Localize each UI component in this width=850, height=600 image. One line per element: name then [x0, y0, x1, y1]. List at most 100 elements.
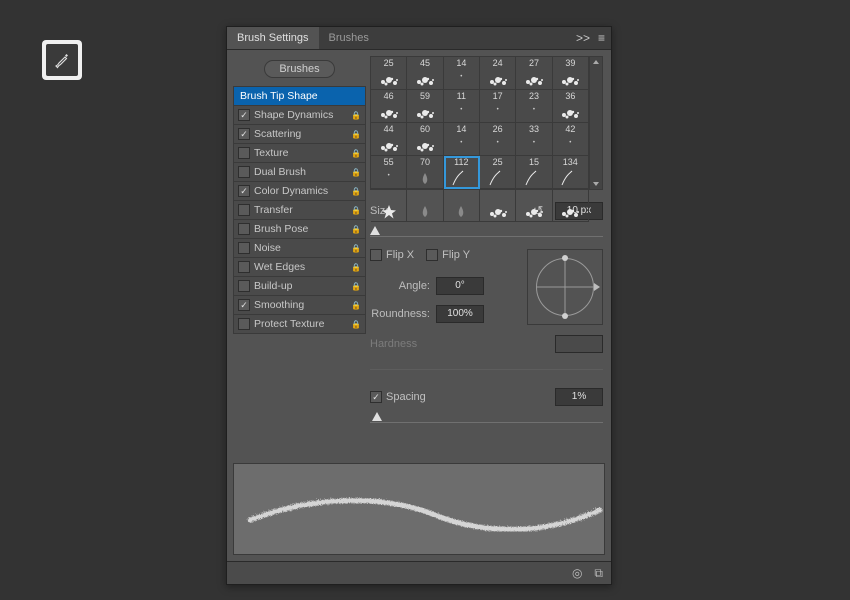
- brush-preset-cell[interactable]: 25: [480, 156, 516, 189]
- spacing-row: Spacing 1%: [370, 388, 603, 406]
- brush-shape-icon: [447, 169, 475, 189]
- settings-checkbox[interactable]: [238, 109, 250, 121]
- brush-preset-cell[interactable]: 36: [553, 90, 589, 123]
- lock-icon[interactable]: 🔒: [350, 111, 362, 120]
- brush-preset-cell[interactable]: [553, 189, 589, 222]
- lock-icon[interactable]: 🔒: [350, 168, 362, 177]
- hardness-slider: [370, 355, 603, 370]
- brush-size-number: 15: [516, 157, 551, 167]
- settings-checkbox[interactable]: [238, 223, 250, 235]
- settings-row-brush-pose[interactable]: Brush Pose🔒: [234, 220, 365, 239]
- settings-row-protect-texture[interactable]: Protect Texture🔒: [234, 315, 365, 333]
- brush-preset-cell[interactable]: 112: [444, 156, 480, 189]
- brush-preset-cell[interactable]: [480, 189, 516, 222]
- lock-icon[interactable]: 🔒: [350, 149, 362, 158]
- settings-list: Brush Tip ShapeShape Dynamics🔒Scattering…: [233, 86, 366, 334]
- brush-shape-icon: [484, 70, 512, 90]
- panel-menu-button[interactable]: ≡: [598, 31, 605, 45]
- settings-label: Shape Dynamics: [254, 109, 346, 121]
- settings-row-build-up[interactable]: Build-up 🔒: [234, 277, 365, 296]
- hardness-label: Hardness: [370, 338, 417, 350]
- size-slider[interactable]: [370, 222, 603, 237]
- brush-preset-cell[interactable]: 134: [553, 156, 589, 189]
- settings-label: Dual Brush: [254, 166, 346, 178]
- brush-preset-cell[interactable]: 25: [371, 57, 407, 90]
- brush-preset-cell[interactable]: 33•: [516, 123, 552, 156]
- brush-preset-cell[interactable]: 42•: [553, 123, 589, 156]
- brush-preset-cell[interactable]: 15: [516, 156, 552, 189]
- brush-preset-cell[interactable]: 45: [407, 57, 443, 90]
- brush-presets-button[interactable]: Brushes: [264, 60, 334, 78]
- brush-preset-cell[interactable]: 44: [371, 123, 407, 156]
- brush-grid-scrollbar[interactable]: [589, 57, 602, 189]
- settings-row-smoothing[interactable]: Smoothing🔒: [234, 296, 365, 315]
- settings-label: Build-up: [254, 280, 346, 292]
- lock-icon[interactable]: 🔒: [350, 301, 362, 310]
- settings-label: Wet Edges: [254, 261, 346, 273]
- brush-preset-cell[interactable]: 17•: [480, 90, 516, 123]
- tab-brushes[interactable]: Brushes: [319, 27, 379, 49]
- brush-preset-cell[interactable]: 46: [371, 90, 407, 123]
- brush-preset-cell[interactable]: [407, 189, 443, 222]
- settings-row-color-dynamics[interactable]: Color Dynamics🔒: [234, 182, 365, 201]
- brush-shape-icon: •: [460, 71, 462, 80]
- flip-y-checkbox[interactable]: Flip Y: [426, 249, 470, 261]
- brush-preset-cell[interactable]: 60: [407, 123, 443, 156]
- lock-icon[interactable]: 🔒: [350, 263, 362, 272]
- brush-preset-cell[interactable]: 70: [407, 156, 443, 189]
- spacing-slider[interactable]: [370, 408, 603, 423]
- settings-row-transfer[interactable]: Transfer🔒: [234, 201, 365, 220]
- brush-preset-cell[interactable]: 27: [516, 57, 552, 90]
- new-brush-button[interactable]: ⧉: [594, 566, 603, 581]
- brush-shape-icon: [375, 136, 403, 156]
- panel-collapse-button[interactable]: >>: [576, 31, 590, 45]
- brush-preset-cell[interactable]: 39: [553, 57, 589, 90]
- brush-preset-cell[interactable]: 11•: [444, 90, 480, 123]
- tab-brush-settings[interactable]: Brush Settings: [227, 27, 319, 49]
- brush-preset-cell[interactable]: [371, 189, 407, 222]
- brush-preset-grid: 254514•242739465911•17•23•36446014•26•33…: [370, 56, 603, 190]
- settings-checkbox[interactable]: [238, 299, 250, 311]
- settings-row-scattering[interactable]: Scattering🔒: [234, 125, 365, 144]
- settings-checkbox[interactable]: [238, 147, 250, 159]
- brush-shape-icon: [375, 103, 403, 123]
- settings-row-dual-brush[interactable]: Dual Brush 🔒: [234, 163, 365, 182]
- settings-checkbox[interactable]: [238, 318, 250, 330]
- settings-checkbox[interactable]: [238, 128, 250, 140]
- lock-icon[interactable]: 🔒: [350, 206, 362, 215]
- brush-preset-cell[interactable]: 26•: [480, 123, 516, 156]
- settings-row-noise[interactable]: Noise🔒: [234, 239, 365, 258]
- lock-icon[interactable]: 🔒: [350, 187, 362, 196]
- brush-preset-cell[interactable]: [444, 189, 480, 222]
- settings-row-wet-edges[interactable]: Wet Edges 🔒: [234, 258, 365, 277]
- brush-preset-cell[interactable]: [516, 189, 552, 222]
- lock-icon[interactable]: 🔒: [350, 225, 362, 234]
- toggle-preview-button[interactable]: ◎: [572, 566, 582, 580]
- brush-preset-cell[interactable]: 55•: [371, 156, 407, 189]
- lock-icon[interactable]: 🔒: [350, 130, 362, 139]
- lock-icon[interactable]: 🔒: [350, 320, 362, 329]
- spacing-value-input[interactable]: 1%: [555, 388, 603, 406]
- brush-preset-cell[interactable]: 24: [480, 57, 516, 90]
- brush-preset-cell[interactable]: 14•: [444, 123, 480, 156]
- settings-row-texture[interactable]: Texture🔒: [234, 144, 365, 163]
- settings-row-shape-dynamics[interactable]: Shape Dynamics 🔒: [234, 106, 365, 125]
- brush-preset-cell[interactable]: 14•: [444, 57, 480, 90]
- settings-checkbox[interactable]: [238, 166, 250, 178]
- settings-checkbox[interactable]: [238, 185, 250, 197]
- flip-y-label: Flip Y: [442, 249, 470, 261]
- settings-checkbox[interactable]: [238, 204, 250, 216]
- settings-checkbox[interactable]: [238, 261, 250, 273]
- settings-checkbox[interactable]: [238, 242, 250, 254]
- angle-value-input[interactable]: 0°: [436, 277, 484, 295]
- settings-checkbox[interactable]: [238, 280, 250, 292]
- angle-roundness-widget[interactable]: [527, 249, 603, 325]
- lock-icon[interactable]: 🔒: [350, 244, 362, 253]
- brush-preset-cell[interactable]: 59: [407, 90, 443, 123]
- roundness-value-input[interactable]: 100%: [436, 305, 484, 323]
- lock-icon[interactable]: 🔒: [350, 282, 362, 291]
- spacing-checkbox[interactable]: Spacing: [370, 391, 426, 403]
- settings-row-brush-tip-shape[interactable]: Brush Tip Shape: [234, 87, 365, 106]
- flip-x-checkbox[interactable]: Flip X: [370, 249, 414, 261]
- brush-preset-cell[interactable]: 23•: [516, 90, 552, 123]
